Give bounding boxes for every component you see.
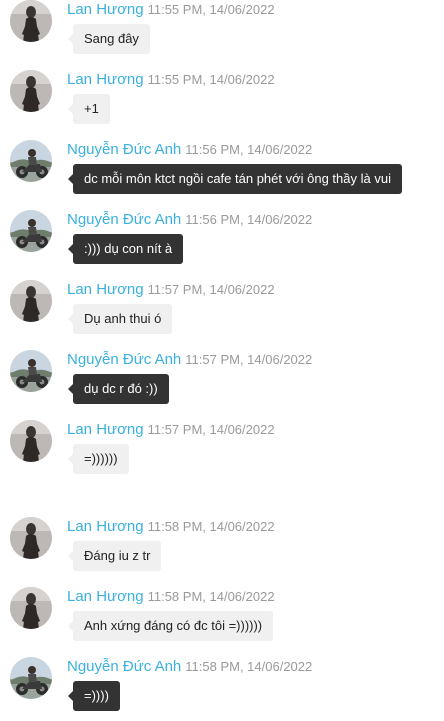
message-bubble: Dụ anh thui ó [67, 304, 173, 334]
sender-name[interactable]: Lan Hương [67, 281, 144, 298]
chat-message: Lan Hương 11:55 PM, 14/06/2022 Sang đây [0, 0, 444, 64]
message-text: Anh xứng đáng có đc tôi =)))))) [84, 618, 263, 633]
message-text: dc mỗi môn ktct ngồi cafe tán phét với ô… [84, 171, 391, 186]
chat-message: Nguyễn Đức Anh 11:58 PM, 14/06/2022 =)))) [0, 655, 444, 721]
chat-message-list: Lan Hương 11:55 PM, 14/06/2022 Sang đây L… [0, 0, 444, 717]
message-header: Lan Hương 11:55 PM, 14/06/2022 [67, 71, 275, 89]
motorbike-avatar[interactable] [10, 210, 52, 252]
chat-message: Nguyễn Đức Anh 11:57 PM, 14/06/2022 dụ dc… [0, 348, 444, 414]
chat-message: Lan Hương 11:57 PM, 14/06/2022 =)))))) [0, 418, 444, 484]
chat-message: Lan Hương 11:58 PM, 14/06/2022 Đáng iu z … [0, 515, 444, 581]
message-header: Lan Hương 11:58 PM, 14/06/2022 [67, 588, 275, 606]
message-bubble: dc mỗi môn ktct ngồi cafe tán phét với ô… [68, 164, 402, 194]
message-text: +1 [84, 101, 99, 116]
chat-message: Nguyễn Đức Anh 11:56 PM, 14/06/2022 :))) … [0, 208, 444, 274]
message-header: Nguyễn Đức Anh 11:58 PM, 14/06/2022 [67, 658, 312, 676]
motorbike-avatar[interactable] [10, 657, 52, 699]
message-bubble: =)))))) [68, 444, 129, 474]
woman-avatar-image [10, 420, 52, 462]
woman-avatar-image [10, 517, 52, 559]
message-text: Sang đây [84, 31, 139, 46]
woman-avatar-image [10, 70, 52, 112]
woman-avatar[interactable] [10, 0, 52, 42]
message-header: Lan Hương 11:55 PM, 14/06/2022 [67, 1, 275, 19]
woman-avatar[interactable] [10, 517, 52, 559]
message-bubble: =)))) [68, 681, 120, 711]
message-header: Lan Hương 11:58 PM, 14/06/2022 [67, 518, 275, 536]
woman-avatar-image [10, 280, 52, 322]
woman-avatar[interactable] [10, 587, 52, 629]
motorbike-avatar-image [10, 350, 52, 392]
message-timestamp: 11:58 PM, 14/06/2022 [147, 589, 275, 604]
message-bubble: Đáng iu z tr [67, 541, 162, 571]
message-timestamp: 11:58 PM, 14/06/2022 [185, 659, 313, 674]
message-header: Nguyễn Đức Anh 11:56 PM, 14/06/2022 [67, 141, 312, 159]
woman-avatar-image [10, 0, 52, 42]
chat-message: Lan Hương 11:57 PM, 14/06/2022 Dụ anh thu… [0, 278, 444, 344]
sender-name[interactable]: Lan Hương [67, 588, 144, 605]
message-text: Đáng iu z tr [84, 548, 151, 563]
sender-name[interactable]: Lan Hương [67, 71, 144, 88]
sender-name[interactable]: Lan Hương [67, 518, 144, 535]
message-timestamp: 11:57 PM, 14/06/2022 [147, 282, 275, 297]
message-header: Nguyễn Đức Anh 11:56 PM, 14/06/2022 [67, 211, 312, 229]
message-bubble: Sang đây [68, 24, 150, 54]
message-timestamp: 11:55 PM, 14/06/2022 [147, 2, 275, 17]
woman-avatar[interactable] [10, 70, 52, 112]
motorbike-avatar-image [10, 140, 52, 182]
message-bubble: Anh xứng đáng có đc tôi =)))))) [67, 611, 274, 641]
chat-message: Nguyễn Đức Anh 11:56 PM, 14/06/2022 dc mỗ… [0, 138, 444, 204]
message-text: dụ dc r đó :)) [84, 381, 158, 396]
motorbike-avatar[interactable] [10, 350, 52, 392]
motorbike-avatar-image [10, 657, 52, 699]
message-bubble: +1 [68, 94, 110, 124]
sender-name[interactable]: Lan Hương [67, 1, 144, 18]
sender-name[interactable]: Nguyễn Đức Anh [67, 211, 181, 228]
sender-name[interactable]: Nguyễn Đức Anh [67, 141, 181, 158]
sender-name[interactable]: Nguyễn Đức Anh [67, 351, 181, 368]
message-timestamp: 11:57 PM, 14/06/2022 [147, 422, 275, 437]
message-header: Lan Hương 11:57 PM, 14/06/2022 [67, 281, 275, 299]
motorbike-avatar-image [10, 210, 52, 252]
message-timestamp: 11:56 PM, 14/06/2022 [185, 212, 313, 227]
message-timestamp: 11:56 PM, 14/06/2022 [185, 142, 313, 157]
woman-avatar[interactable] [10, 420, 52, 462]
message-text: Dụ anh thui ó [84, 311, 162, 326]
chat-message: Lan Hương 11:58 PM, 14/06/2022 Anh xứng đ… [0, 585, 444, 651]
message-text: =)))))) [84, 451, 118, 466]
motorbike-avatar[interactable] [10, 140, 52, 182]
chat-message: Lan Hương 11:55 PM, 14/06/2022 +1 [0, 68, 444, 134]
woman-avatar-image [10, 587, 52, 629]
message-text: :))) dụ con nít à [84, 241, 173, 256]
message-header: Lan Hương 11:57 PM, 14/06/2022 [67, 421, 275, 439]
message-bubble: :))) dụ con nít à [67, 234, 184, 264]
message-header: Nguyễn Đức Anh 11:57 PM, 14/06/2022 [67, 351, 312, 369]
message-timestamp: 11:55 PM, 14/06/2022 [147, 72, 275, 87]
sender-name[interactable]: Nguyễn Đức Anh [67, 658, 181, 675]
message-timestamp: 11:57 PM, 14/06/2022 [185, 352, 313, 367]
message-text: =)))) [84, 688, 109, 703]
sender-name[interactable]: Lan Hương [67, 421, 144, 438]
woman-avatar[interactable] [10, 280, 52, 322]
message-bubble: dụ dc r đó :)) [68, 374, 169, 404]
message-timestamp: 11:58 PM, 14/06/2022 [147, 519, 275, 534]
